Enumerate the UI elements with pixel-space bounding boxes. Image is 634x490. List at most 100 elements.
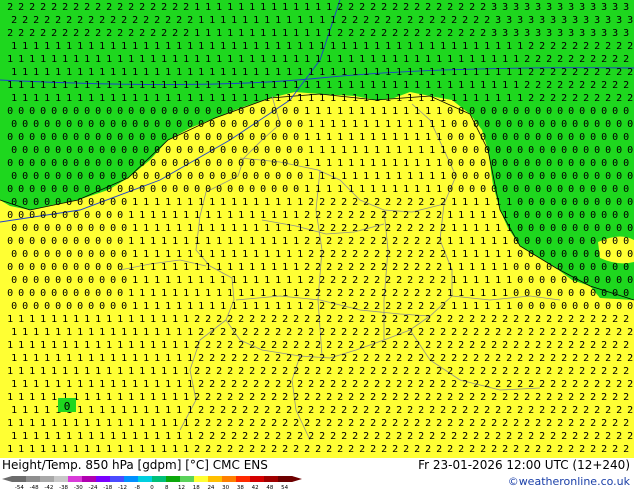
isoline-digit: 1 xyxy=(319,41,325,52)
isoline-digit: 2 xyxy=(330,275,336,286)
isoline-digit: 2 xyxy=(392,418,398,429)
isoline-digit: 1 xyxy=(359,132,365,143)
isoline-digit: 3 xyxy=(513,2,519,13)
isoline-digit: 0 xyxy=(128,132,134,143)
isoline-digit: 2 xyxy=(385,301,391,312)
isoline-digit: 0 xyxy=(282,158,288,169)
isoline-digit: 3 xyxy=(627,15,633,26)
isoline-digit: 2 xyxy=(271,392,277,403)
isoline-digit: 2 xyxy=(330,327,336,338)
isoline-digit: 0 xyxy=(297,171,303,182)
colorbar-segment xyxy=(68,476,83,482)
isoline-digit: 1 xyxy=(40,54,46,65)
isoline-digit: 2 xyxy=(326,392,332,403)
isoline-digit: 1 xyxy=(407,171,413,182)
isoline-digit: 1 xyxy=(480,210,486,221)
isoline-digit: 2 xyxy=(341,197,347,208)
isoline-digit: 2 xyxy=(205,366,211,377)
isoline-digit: 1 xyxy=(231,67,237,78)
isoline-digit: 2 xyxy=(374,301,380,312)
isoline-digit: 2 xyxy=(561,93,567,104)
isoline-digit: 1 xyxy=(172,418,178,429)
isoline-digit: 1 xyxy=(491,262,497,273)
isoline-digit: 2 xyxy=(491,392,497,403)
isoline-digit: 1 xyxy=(462,301,468,312)
isoline-digit: 2 xyxy=(612,392,618,403)
isoline-digit: 1 xyxy=(418,171,424,182)
isoline-digit: 2 xyxy=(469,444,475,455)
isoline-digit: 1 xyxy=(484,301,490,312)
isoline-digit: 0 xyxy=(546,262,552,273)
isoline-digit: 2 xyxy=(392,28,398,39)
isoline-digit: 1 xyxy=(473,249,479,260)
isoline-digit: 1 xyxy=(407,145,413,156)
isoline-digit: 2 xyxy=(374,15,380,26)
isoline-digit: 1 xyxy=(282,210,288,221)
isoline-digit: 0 xyxy=(51,262,57,273)
isoline-digit: 2 xyxy=(194,340,200,351)
isoline-digit: 0 xyxy=(84,184,90,195)
isoline-digit: 1 xyxy=(132,197,138,208)
isoline-digit: 2 xyxy=(403,236,409,247)
isoline-digit: 2 xyxy=(337,236,343,247)
isoline-digit: 2 xyxy=(308,249,314,260)
isoline-digit: 2 xyxy=(458,2,464,13)
isoline-digit: 2 xyxy=(535,366,541,377)
isoline-digit: 2 xyxy=(363,431,369,442)
isoline-digit: 0 xyxy=(99,145,105,156)
isoline-digit: 1 xyxy=(275,197,281,208)
isoline-digit: 1 xyxy=(143,93,149,104)
isoline-digit: 2 xyxy=(392,444,398,455)
colorbar-segment xyxy=(26,476,41,482)
isoline-digit: 0 xyxy=(154,119,160,130)
isoline-digit: 1 xyxy=(22,93,28,104)
isoline-digit: 0 xyxy=(44,249,50,260)
isoline-digit: 1 xyxy=(44,353,50,364)
isoline-digit: 1 xyxy=(51,80,57,91)
isoline-digit: 2 xyxy=(337,340,343,351)
isoline-digit: 2 xyxy=(440,249,446,260)
isoline-digit: 0 xyxy=(550,249,556,260)
isoline-digit: 0 xyxy=(62,132,68,143)
isoline-digit: 2 xyxy=(458,418,464,429)
isoline-digit: 1 xyxy=(154,41,160,52)
isoline-digit: 1 xyxy=(517,41,523,52)
isoline-digit: 0 xyxy=(616,145,622,156)
isoline-digit: 2 xyxy=(557,340,563,351)
isoline-digit: 1 xyxy=(198,301,204,312)
isoline-digit: 1 xyxy=(143,405,149,416)
isoline-digit: 1 xyxy=(183,366,189,377)
colorbar-segment xyxy=(194,476,209,482)
isoline-digit: 2 xyxy=(414,288,420,299)
isoline-digit: 2 xyxy=(535,392,541,403)
isoline-digit: 1 xyxy=(506,41,512,52)
isoline-digit: 0 xyxy=(561,145,567,156)
credit-link[interactable]: ©weatheronline.co.uk xyxy=(508,475,630,488)
isoline-digit: 1 xyxy=(73,418,79,429)
isoline-digit: 0 xyxy=(623,210,629,221)
isoline-digit: 1 xyxy=(341,67,347,78)
isoline-digit: 2 xyxy=(473,15,479,26)
isoline-digit: 1 xyxy=(216,2,222,13)
colorbar-segment xyxy=(236,476,251,482)
isoline-digit: 1 xyxy=(227,288,233,299)
isoline-digit: 1 xyxy=(11,67,17,78)
isoline-digit: 0 xyxy=(7,132,13,143)
isoline-digit: 3 xyxy=(579,28,585,39)
isoline-digit: 0 xyxy=(117,132,123,143)
isoline-digit: 0 xyxy=(121,119,127,130)
isoline-digit: 0 xyxy=(517,119,523,130)
isoline-digit: 0 xyxy=(579,236,585,247)
isoline-digit: 0 xyxy=(40,132,46,143)
isoline-digit: 2 xyxy=(18,28,24,39)
isoline-digit: 0 xyxy=(22,223,28,234)
isoline-digit: 2 xyxy=(447,392,453,403)
isoline-digit: 2 xyxy=(304,418,310,429)
isoline-digit: 0 xyxy=(95,132,101,143)
isoline-digit: 2 xyxy=(55,15,61,26)
isoline-digit: 1 xyxy=(517,67,523,78)
isoline-digit: 1 xyxy=(304,106,310,117)
isoline-digit: 2 xyxy=(66,15,72,26)
isoline-digit: 0 xyxy=(73,288,79,299)
isoline-digit: 0 xyxy=(579,210,585,221)
